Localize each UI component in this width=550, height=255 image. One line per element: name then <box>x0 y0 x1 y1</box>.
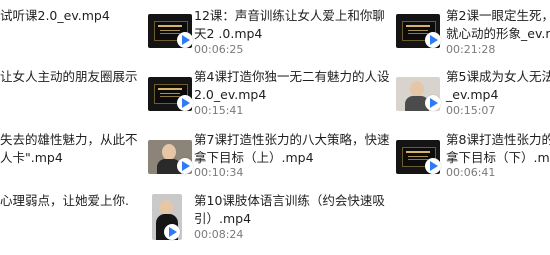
file-duration: 00:06:41 <box>446 166 496 179</box>
file-title: 心理弱点，让她爱上你. <box>0 193 129 208</box>
file-title: 第4课打造你独一无二有魅力的人设 2.0_ev.mp4 <box>194 69 390 102</box>
file-duration: 00:15:41 <box>194 104 244 117</box>
file-title: 第5课成为女人无法 _ev.mp4 <box>446 69 550 102</box>
file-title: 第7课打造性张力的八大策略，快速 拿下目标（上）.mp4 <box>194 132 390 165</box>
file-title: 第10课肢体语言训练（约会快速吸 引）.mp4 <box>194 193 385 226</box>
file-title: 让女人主动的朋友圈展示 <box>0 69 138 84</box>
file-duration: 00:15:07 <box>446 104 496 117</box>
play-icon <box>177 158 193 174</box>
file-duration: 00:21:28 <box>446 43 496 56</box>
play-icon <box>425 32 441 48</box>
file-title: 12课：声音训练让女人爱上和你聊 天2 .0.mp4 <box>194 8 385 41</box>
file-title: 第2课一眼定生死， 就心动的形象_ev.m <box>446 8 550 41</box>
file-title: 试听课2.0_ev.mp4 <box>0 8 110 23</box>
play-icon <box>425 95 441 111</box>
play-icon <box>177 95 193 111</box>
file-duration: 00:08:24 <box>194 228 244 241</box>
play-icon <box>177 32 193 48</box>
file-title: 第8课打造性张力的 拿下目标（下）.mp <box>446 132 550 165</box>
file-duration: 00:06:25 <box>194 43 244 56</box>
play-icon <box>425 158 441 174</box>
file-title: 失去的雄性魅力，从此不 人卡".mp4 <box>0 132 138 165</box>
play-icon <box>164 224 180 240</box>
file-duration: 00:10:34 <box>194 166 244 179</box>
